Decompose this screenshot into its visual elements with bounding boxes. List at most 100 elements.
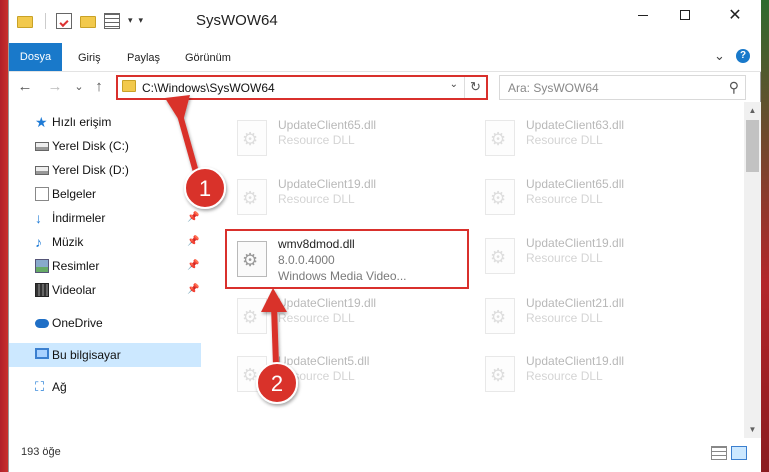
file-item[interactable]: UpdateClient19.dll Resource DLL [475,348,707,400]
pin-icon[interactable]: 📌 [187,230,199,254]
search-input[interactable]: Ara: SysWOW64 [508,81,599,95]
sidebar-item-label: Yerel Disk (C:) [52,139,129,153]
file-item[interactable]: UpdateClient65.dll Resource DLL [227,112,459,164]
cloud-icon [35,319,49,328]
sidebar-item-label: Bu bilgisayar [52,348,121,362]
file-description: Resource DLL [526,311,603,325]
file-description: Resource DLL [526,369,603,383]
drive-icon [35,166,49,175]
sidebar-item-local-disk-c[interactable]: Yerel Disk (C:) [9,134,201,158]
minimize-icon [638,14,648,16]
new-folder-icon[interactable] [80,16,96,28]
help-icon[interactable]: ? [736,49,750,63]
navigation-bar: ← → ⌄ ↑ C:\Windows\SysWOW64 ⌄ ↻ Ara: Sys… [9,72,762,102]
drive-icon [35,142,49,151]
dll-file-icon [237,298,267,334]
close-button[interactable]: ✕ [712,0,758,30]
window-title: SysWOW64 [196,12,278,29]
address-path[interactable]: C:\Windows\SysWOW64 [142,81,275,95]
expand-ribbon-icon[interactable]: ⌄ [714,48,725,64]
file-item[interactable]: UpdateClient19.dll Resource DLL [475,230,707,282]
refresh-button[interactable]: ↻ [464,77,486,98]
file-name: UpdateClient19.dll [526,354,625,368]
file-item[interactable]: UpdateClient19.dll Resource DLL [227,171,459,223]
file-description: Resource DLL [278,369,355,383]
view-dropdown-icon[interactable]: ▾ [128,15,133,26]
file-item[interactable]: UpdateClient19.dll Resource DLL [227,290,459,342]
search-box[interactable]: Ara: SysWOW64 ⚲ [499,75,746,100]
file-version: 8.0.0.4000 [278,253,335,267]
tab-file[interactable]: Dosya [9,43,62,71]
sidebar-item-label: Resimler [52,259,100,273]
sidebar-item-network[interactable]: ⛶ Ağ [9,375,201,399]
file-name: UpdateClient19.dll [526,236,625,250]
file-item[interactable]: UpdateClient63.dll Resource DLL [475,112,707,164]
pin-icon[interactable]: 📌 [187,206,199,230]
sidebar-item-documents[interactable]: Belgeler 📌 [9,182,201,206]
forward-button[interactable]: → [45,76,65,98]
sidebar-item-label: Videolar [52,283,96,297]
sidebar-item-videos[interactable]: Videolar 📌 [9,278,201,302]
pin-icon[interactable]: 📌 [187,182,199,206]
file-item-wmv8dmod[interactable]: wmv8dmod.dll 8.0.0.4000 Windows Media Vi… [225,229,469,289]
sidebar-item-downloads[interactable]: ↓ İndirmeler 📌 [9,206,201,230]
scroll-down-icon[interactable]: ▼ [744,421,761,438]
download-icon: ↓ [35,210,42,226]
address-dropdown-icon[interactable]: ⌄ [450,79,458,90]
video-icon [35,283,49,297]
tab-home[interactable]: Giriş [66,45,113,71]
sidebar-item-label: İndirmeler [52,211,106,225]
sidebar-item-pictures[interactable]: Resimler 📌 [9,254,201,278]
file-item[interactable]: UpdateClient65.dll Resource DLL [475,171,707,223]
file-description: Resource DLL [278,311,355,325]
vertical-scrollbar[interactable]: ▲ ▼ [744,102,761,438]
file-item[interactable]: UpdateClient5.dll Resource DLL [227,348,459,400]
file-item[interactable]: UpdateClient21.dll Resource DLL [475,290,707,342]
file-description: Resource DLL [278,133,355,147]
dll-file-icon [485,120,515,156]
properties-icon[interactable] [56,12,72,29]
maximize-icon [680,10,690,20]
file-name: UpdateClient19.dll [278,177,377,191]
dll-file-icon [237,356,267,392]
maximize-button[interactable] [662,0,708,30]
sidebar-item-label: Müzik [52,235,84,249]
pin-icon[interactable]: 📌 [187,278,199,302]
documents-icon [35,187,49,201]
file-description: Resource DLL [526,133,603,147]
large-icons-view-icon[interactable] [731,446,747,460]
folder-icon [17,16,33,28]
pictures-icon [35,259,49,273]
quick-access-toolbar: ▾ ▾ [17,0,149,41]
recent-locations-button[interactable]: ⌄ [69,76,89,98]
file-name: UpdateClient65.dll [526,177,625,191]
toolbar-separator [45,12,46,29]
dll-file-icon [237,120,267,156]
address-bar[interactable]: C:\Windows\SysWOW64 ⌄ ↻ [116,75,488,100]
pin-icon[interactable]: 📌 [187,254,199,278]
sidebar-item-this-pc[interactable]: Bu bilgisayar [9,343,201,367]
sidebar-item-onedrive[interactable]: OneDrive [9,311,201,335]
folder-icon [122,80,136,92]
scroll-up-icon[interactable]: ▲ [744,102,761,119]
file-name: wmv8dmod.dll [278,237,355,251]
sidebar-item-local-disk-d[interactable]: Yerel Disk (D:) [9,158,201,182]
up-button[interactable]: ↑ [89,76,109,98]
computer-icon [35,348,49,359]
desktop-background [761,0,769,472]
scroll-thumb[interactable] [746,120,759,172]
sidebar-item-quick-access[interactable]: ★ Hızlı erişim [9,110,201,134]
sidebar-item-label: Belgeler [52,187,97,201]
network-icon: ⛶ [35,379,45,394]
sidebar-item-music[interactable]: ♪ Müzik 📌 [9,230,201,254]
tab-view[interactable]: Görünüm [173,45,243,71]
view-icon[interactable] [104,12,120,29]
file-name: UpdateClient63.dll [526,118,625,132]
back-button[interactable]: ← [15,76,35,98]
sidebar-item-label: OneDrive [52,316,103,330]
tab-share[interactable]: Paylaş [115,45,172,71]
minimize-button[interactable] [620,0,666,30]
details-view-icon[interactable] [711,446,727,460]
sidebar-item-label: Yerel Disk (D:) [52,163,129,177]
customize-toolbar-icon[interactable]: ▾ [139,15,144,26]
